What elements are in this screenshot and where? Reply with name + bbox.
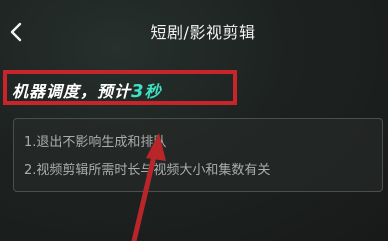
- queue-status-prefix: 机器调度，预计: [12, 82, 132, 101]
- info-line-exit: 1.退出不影响生成和排队: [24, 135, 167, 150]
- queue-status: 机器调度，预计3秒: [12, 78, 162, 102]
- top-bar: 短剧/影视剪辑: [0, 0, 388, 62]
- screen: 短剧/影视剪辑 机器调度，预计3秒 1.退出不影响生成和排队 2.视频剪辑所需时…: [0, 0, 388, 241]
- eta-value: 3秒: [131, 81, 162, 102]
- info-line-duration: 2.视频剪辑所需时长与视频大小和集数有关: [24, 163, 271, 178]
- eta-number: 3: [131, 81, 145, 102]
- eta-unit: 秒: [144, 82, 162, 101]
- info-card: 1.退出不影响生成和排队 2.视频剪辑所需时长与视频大小和集数有关: [13, 118, 383, 192]
- page-title: 短剧/影视剪辑: [150, 23, 256, 42]
